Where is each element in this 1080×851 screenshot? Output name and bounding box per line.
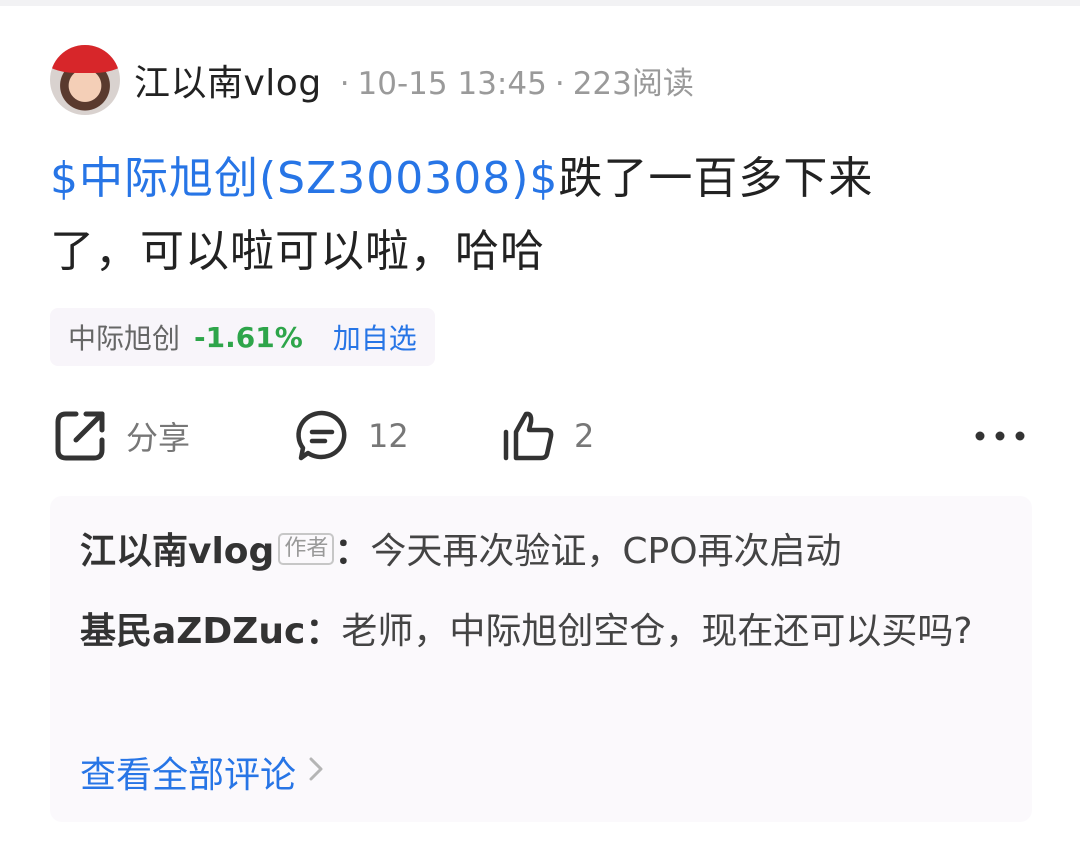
comment-colon: ：	[305, 611, 342, 652]
view-all-label: 查看全部评论	[80, 755, 297, 796]
comment-button[interactable]: 12	[294, 404, 409, 468]
meta-separator: ·	[554, 65, 565, 102]
action-bar: 分享 12 2	[0, 404, 1080, 468]
author-badge: 作者	[278, 533, 335, 565]
comment-author[interactable]: 基民aZDZuc	[80, 611, 305, 652]
comment-colon: ：	[334, 531, 371, 572]
post-header: 江以南vlog · 10-15 13:45 · 223阅读	[50, 44, 694, 116]
share-button[interactable]: 分享	[52, 404, 190, 468]
like-button[interactable]: 2	[500, 404, 594, 468]
stock-tag-link[interactable]: $中际旭创(SZ300308)$	[50, 153, 558, 204]
view-all-comments-link[interactable]: 查看全部评论	[80, 746, 324, 798]
comment-text: 老师，中际旭创空仓，现在还可以买吗?	[341, 611, 973, 652]
more-button[interactable]	[972, 404, 1028, 468]
post-meta: · 10-15 13:45 · 223阅读	[332, 58, 694, 103]
post-time: 10-15 13:45	[357, 65, 547, 102]
comment-preview: 江以南vlog 作者 ：今天再次验证，CPO再次启动 基民aZDZuc：老师，中际旭…	[50, 496, 1032, 822]
share-label: 分享	[126, 419, 191, 457]
avatar[interactable]	[50, 45, 120, 115]
avatar-hat	[50, 45, 120, 73]
comment-item[interactable]: 基民aZDZuc：老师，中际旭创空仓，现在还可以买吗?	[80, 602, 980, 662]
comment-author[interactable]: 江以南vlog	[80, 531, 274, 572]
like-count: 2	[574, 417, 595, 455]
stock-chip-name: 中际旭创	[68, 322, 181, 355]
comment-text: 今天再次验证，CPO再次启动	[370, 531, 842, 572]
stock-chip-change: -1.61%	[194, 320, 303, 354]
meta-separator: ·	[339, 65, 350, 102]
top-divider	[0, 0, 1080, 6]
author-name[interactable]: 江以南vlog	[134, 54, 322, 106]
stock-chip[interactable]: 中际旭创 -1.61% 加自选	[50, 308, 435, 366]
chevron-right-icon	[308, 752, 324, 792]
add-watchlist-button[interactable]: 加自选	[333, 317, 417, 357]
comment-count: 12	[368, 417, 409, 455]
post-body: $中际旭创(SZ300308)$跌了一百多下来了，可以啦可以啦，哈哈	[50, 142, 950, 288]
share-icon	[52, 408, 108, 464]
thumbs-up-icon	[500, 408, 556, 464]
comment-item[interactable]: 江以南vlog 作者 ：今天再次验证，CPO再次启动	[80, 522, 980, 582]
read-count: 223阅读	[572, 65, 694, 102]
comment-icon	[294, 408, 350, 464]
more-dots-icon	[972, 426, 1028, 446]
